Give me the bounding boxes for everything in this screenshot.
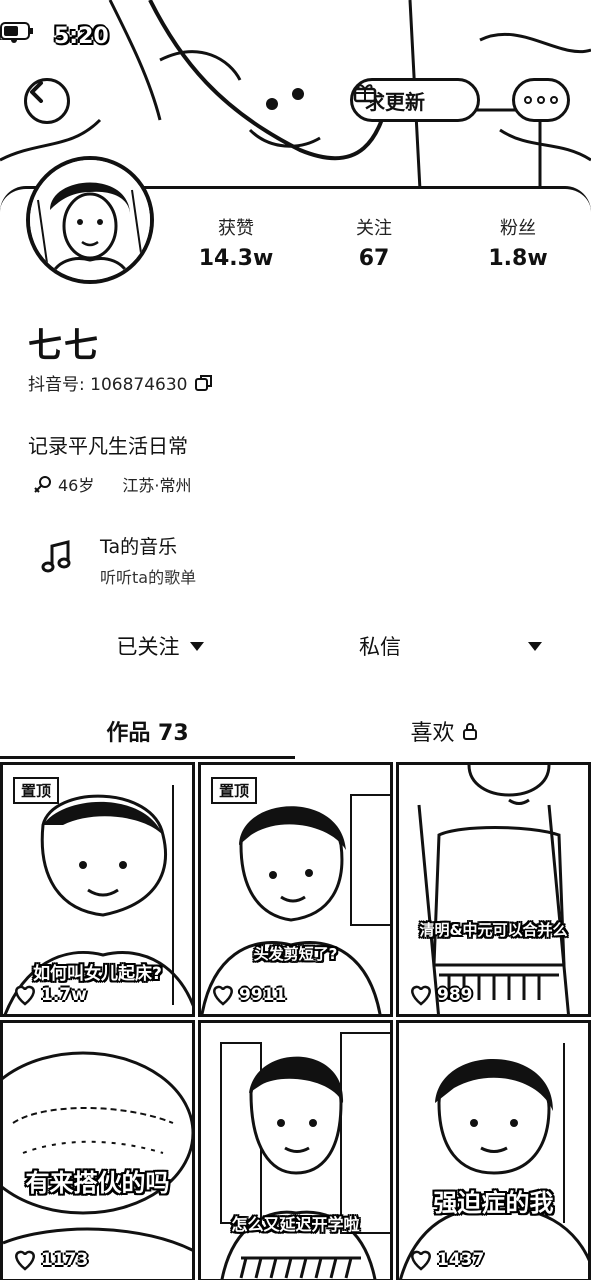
likes-count: 1437 [437, 1250, 485, 1270]
dot-icon [550, 96, 558, 104]
stat-likes[interactable]: 获赞 14.3w [176, 214, 296, 271]
chevron-left-icon [30, 81, 43, 103]
profile-bio: 记录平凡生活日常 [28, 434, 188, 458]
dot-icon [524, 96, 532, 104]
video-card[interactable]: 置顶 头发剪短了? 9911 [198, 762, 393, 1017]
video-thumbnail [3, 1051, 192, 1252]
video-caption: 头发剪短了? [253, 945, 338, 963]
avatar[interactable] [26, 156, 154, 284]
heart-icon [213, 985, 233, 1006]
stat-value: 67 [358, 246, 390, 271]
video-caption: 强迫症的我 [433, 1189, 554, 1217]
music-row[interactable]: Ta的音乐 听听ta的歌单 [40, 530, 560, 590]
video-card[interactable]: 强迫症的我 1437 [396, 1020, 591, 1280]
tab-indicator [0, 756, 295, 759]
caret-down-icon [528, 641, 542, 651]
video-caption: 清明&中元可以合并么 [419, 921, 568, 939]
profile-nickname: 七七 [28, 326, 100, 366]
stat-value: 1.8w [488, 246, 548, 271]
stat-followers[interactable]: 粉丝 1.8w [458, 214, 578, 271]
tab-works-label: 作品 73 [106, 721, 189, 746]
likes-count: 1.7w [41, 985, 87, 1005]
douyin-id-row: 抖音号: 106874630 [28, 370, 213, 395]
pinned-badge: 置顶 [13, 777, 60, 804]
video-likes: 9911 [211, 984, 286, 1006]
stat-value: 14.3w [198, 246, 274, 271]
age-tag: 46岁 [34, 472, 94, 496]
back-button[interactable] [24, 78, 70, 124]
video-caption: 怎么又延迟开学啦 [231, 1215, 360, 1234]
video-card[interactable]: 怎么又延迟开学啦 [198, 1020, 393, 1280]
gift-icon [353, 84, 377, 103]
recommend-dropdown-button[interactable] [510, 620, 560, 672]
heart-icon [15, 1250, 35, 1271]
video-likes: 1173 [13, 1249, 88, 1271]
music-title: Ta的音乐 [100, 536, 178, 558]
likes-count: 989 [437, 985, 473, 1005]
video-grid: 置顶 如何叫女儿起床? 1.7w 置顶 头发剪短了? 9911 清明&中元可以合… [0, 762, 591, 1280]
video-card[interactable]: 清明&中元可以合并么 989 [396, 762, 591, 1017]
heart-icon [411, 1250, 431, 1271]
age-text: 46岁 [58, 476, 95, 495]
copy-icon[interactable] [195, 374, 213, 392]
stat-following[interactable]: 关注 67 [314, 214, 434, 271]
status-bar: 5:20 [0, 22, 591, 56]
pinned-badge: 置顶 [211, 777, 258, 804]
avatar-portrait [30, 160, 150, 280]
music-subtitle: 听听ta的歌单 [100, 568, 197, 587]
douyin-id-text: 抖音号: 106874630 [28, 375, 188, 395]
video-likes: 1.7w [13, 984, 87, 1006]
heart-icon [411, 985, 431, 1006]
video-likes: 1437 [409, 1249, 484, 1271]
video-likes: 989 [409, 984, 473, 1006]
gender-icon [34, 476, 51, 493]
likes-count: 1173 [41, 1250, 89, 1270]
lock-icon [462, 723, 477, 740]
tab-likes-label: 喜欢 [410, 721, 455, 746]
tab-works[interactable]: 作品 73 [0, 704, 295, 758]
video-card[interactable]: 有来搭伙的吗 1173 [0, 1020, 195, 1280]
stat-label: 获赞 [218, 218, 254, 239]
location-tag: 江苏·常州 [122, 476, 192, 495]
caret-down-icon [189, 641, 204, 651]
tab-likes[interactable]: 喜欢 [296, 704, 591, 758]
profile-tags: 46岁 江苏·常州 [34, 472, 191, 496]
video-caption: 有来搭伙的吗 [25, 1169, 170, 1197]
message-label: 私信 [359, 635, 401, 659]
stat-label: 粉丝 [500, 218, 536, 239]
video-thumbnail [399, 1043, 588, 1279]
request-update-button[interactable]: 求更新 [350, 78, 480, 122]
follow-label: 已关注 [116, 635, 180, 659]
video-thumbnail [417, 765, 570, 1014]
status-time: 5:20 [54, 24, 109, 49]
more-options-button[interactable] [512, 78, 570, 122]
music-note-icon [41, 540, 71, 573]
follow-button[interactable]: 已关注 [30, 620, 290, 672]
video-card[interactable]: 置顶 如何叫女儿起床? 1.7w [0, 762, 195, 1017]
heart-icon [15, 985, 35, 1006]
likes-count: 9911 [239, 985, 287, 1005]
battery-icon [0, 22, 33, 40]
video-thumbnail [220, 1032, 390, 1279]
message-button[interactable]: 私信 [300, 620, 460, 672]
dot-icon [537, 96, 545, 104]
video-caption: 如何叫女儿起床? [33, 964, 162, 984]
stat-label: 关注 [356, 218, 392, 239]
